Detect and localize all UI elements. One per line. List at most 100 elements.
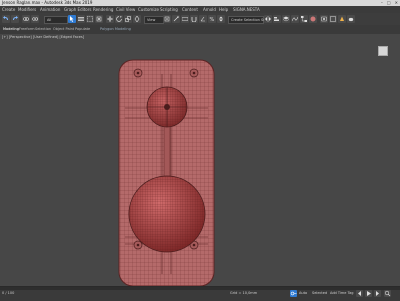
menu-signa-nesta[interactable]: SIGNA.NESTA <box>233 6 260 13</box>
percent-snap-icon: % <box>210 17 215 22</box>
menu-help[interactable]: Help <box>219 6 228 13</box>
next-frame-button[interactable] <box>374 290 381 297</box>
mesh-model[interactable] <box>0 34 400 286</box>
manipulate-icon <box>173 16 179 22</box>
time-slider[interactable] <box>0 287 400 290</box>
teapot-icon <box>348 17 354 22</box>
mirror-icon <box>265 16 271 22</box>
pivot-icon <box>164 16 170 22</box>
menu-scripting[interactable]: Scripting <box>160 6 178 13</box>
status-bar: 0 / 100 Grid = 10,0mm Auto Selected Add … <box>0 286 400 301</box>
move-icon <box>107 16 113 22</box>
auto-key-label: Auto <box>299 291 308 295</box>
next-icon <box>376 291 379 296</box>
key-icon <box>290 291 297 296</box>
previous-frame-button[interactable] <box>356 290 363 297</box>
named-selection-value: Create Selection Se <box>231 18 266 22</box>
align-button[interactable] <box>273 15 281 23</box>
add-time-tag[interactable]: Add Time Tag <box>330 291 354 295</box>
select-icon <box>70 16 74 22</box>
render-button[interactable] <box>338 15 346 23</box>
frame-window-icon <box>330 16 336 22</box>
mirror-button[interactable] <box>264 15 272 23</box>
list-icon <box>78 17 84 21</box>
rotate-button[interactable] <box>115 15 123 23</box>
rotate-icon <box>116 16 122 22</box>
play-icon <box>367 291 371 296</box>
move-button[interactable] <box>106 15 114 23</box>
placement-button[interactable] <box>133 15 141 23</box>
undo-button[interactable] <box>2 15 10 23</box>
menu-animation[interactable]: Animation <box>40 6 60 13</box>
spinner-snap-button[interactable] <box>217 15 225 23</box>
ribbon-tab-selection[interactable]: Selection <box>35 25 51 34</box>
menu-rendering[interactable]: Rendering <box>93 6 113 13</box>
menu-create[interactable]: Create <box>2 6 15 13</box>
ribbon-tab-modeling[interactable]: Modeling <box>3 25 19 34</box>
redo-button[interactable] <box>11 15 19 23</box>
region-select-button[interactable] <box>86 15 94 23</box>
ribbon-tab-freeform[interactable]: Freeform <box>19 25 35 34</box>
scale-icon <box>125 16 131 22</box>
menu-content[interactable]: Content <box>182 6 198 13</box>
reference-coordinate-value: View <box>147 18 156 22</box>
lever-stem[interactable] <box>163 117 171 183</box>
layer-explorer-button[interactable] <box>282 15 290 23</box>
selection-filter-dropdown[interactable]: All <box>44 16 68 24</box>
perspective-viewport[interactable]: [+] [Perspective] [User Defined] [Edged … <box>0 34 400 286</box>
menu-civil-view[interactable]: Civil View <box>116 6 135 13</box>
named-selection-dropdown[interactable]: Create Selection Se <box>228 16 266 24</box>
menu-bar: Create Modifiers Animation Graph Editors… <box>0 6 400 13</box>
zoom-extents-button[interactable] <box>384 290 391 297</box>
selected-label: Selected <box>312 291 328 295</box>
render-icon <box>340 16 344 21</box>
reference-coordinate-dropdown[interactable]: View <box>144 16 164 24</box>
ribbon-subtab-polygon-modeling[interactable]: Polygon Modeling <box>100 25 131 34</box>
keyboard-icon <box>182 17 188 21</box>
grid-readout: Grid = 10,0mm <box>230 291 258 295</box>
spinner-snap-icon <box>219 16 223 22</box>
schematic-view-button[interactable] <box>300 15 308 23</box>
placement-icon <box>134 16 140 22</box>
percent-snap-button[interactable]: % <box>208 15 216 23</box>
previous-icon <box>358 291 361 296</box>
layers-icon <box>283 16 289 22</box>
menu-customize[interactable]: Customize <box>138 6 159 13</box>
window-crossing-button[interactable] <box>95 15 103 23</box>
align-icon <box>274 17 279 21</box>
keyboard-shortcut-button[interactable] <box>181 15 189 23</box>
render-setup-button[interactable] <box>320 15 328 23</box>
undo-icon <box>3 16 8 20</box>
pivot-button[interactable] <box>163 15 171 23</box>
zoom-icon <box>384 290 391 297</box>
rendered-frame-button[interactable] <box>329 15 337 23</box>
unlink-icon <box>32 17 38 21</box>
redo-icon <box>13 16 18 20</box>
unlink-button[interactable] <box>31 15 39 23</box>
curve-editor-button[interactable] <box>291 15 299 23</box>
menu-arnold[interactable]: Arnold <box>203 6 216 13</box>
render-setup-icon <box>321 16 327 22</box>
region-icon <box>87 16 93 22</box>
render-production-button[interactable] <box>347 15 355 23</box>
angle-snap-button[interactable] <box>199 15 207 23</box>
select-manipulate-button[interactable] <box>172 15 180 23</box>
select-object-button[interactable] <box>68 15 76 23</box>
ribbon-tab-object-paint[interactable]: Object Paint <box>53 25 74 34</box>
snaps-toggle-button[interactable] <box>190 15 198 23</box>
snap-icon <box>191 17 197 22</box>
play-button[interactable] <box>365 290 372 297</box>
material-editor-button[interactable] <box>309 15 317 23</box>
selection-filter-value: All <box>47 18 52 22</box>
frame-counter: 0 / 100 <box>2 291 15 295</box>
ribbon-tab-populate[interactable]: Populate <box>75 25 90 34</box>
angle-snap-icon <box>200 16 205 22</box>
auto-key-button[interactable] <box>290 290 297 297</box>
material-icon <box>310 16 316 22</box>
menu-modifiers[interactable]: Modifiers <box>18 6 36 13</box>
scale-button[interactable] <box>124 15 132 23</box>
menu-graph-editors[interactable]: Graph Editors <box>64 6 91 13</box>
svg-text:%: % <box>210 17 215 22</box>
link-button[interactable] <box>22 15 30 23</box>
select-by-name-button[interactable] <box>77 15 85 23</box>
